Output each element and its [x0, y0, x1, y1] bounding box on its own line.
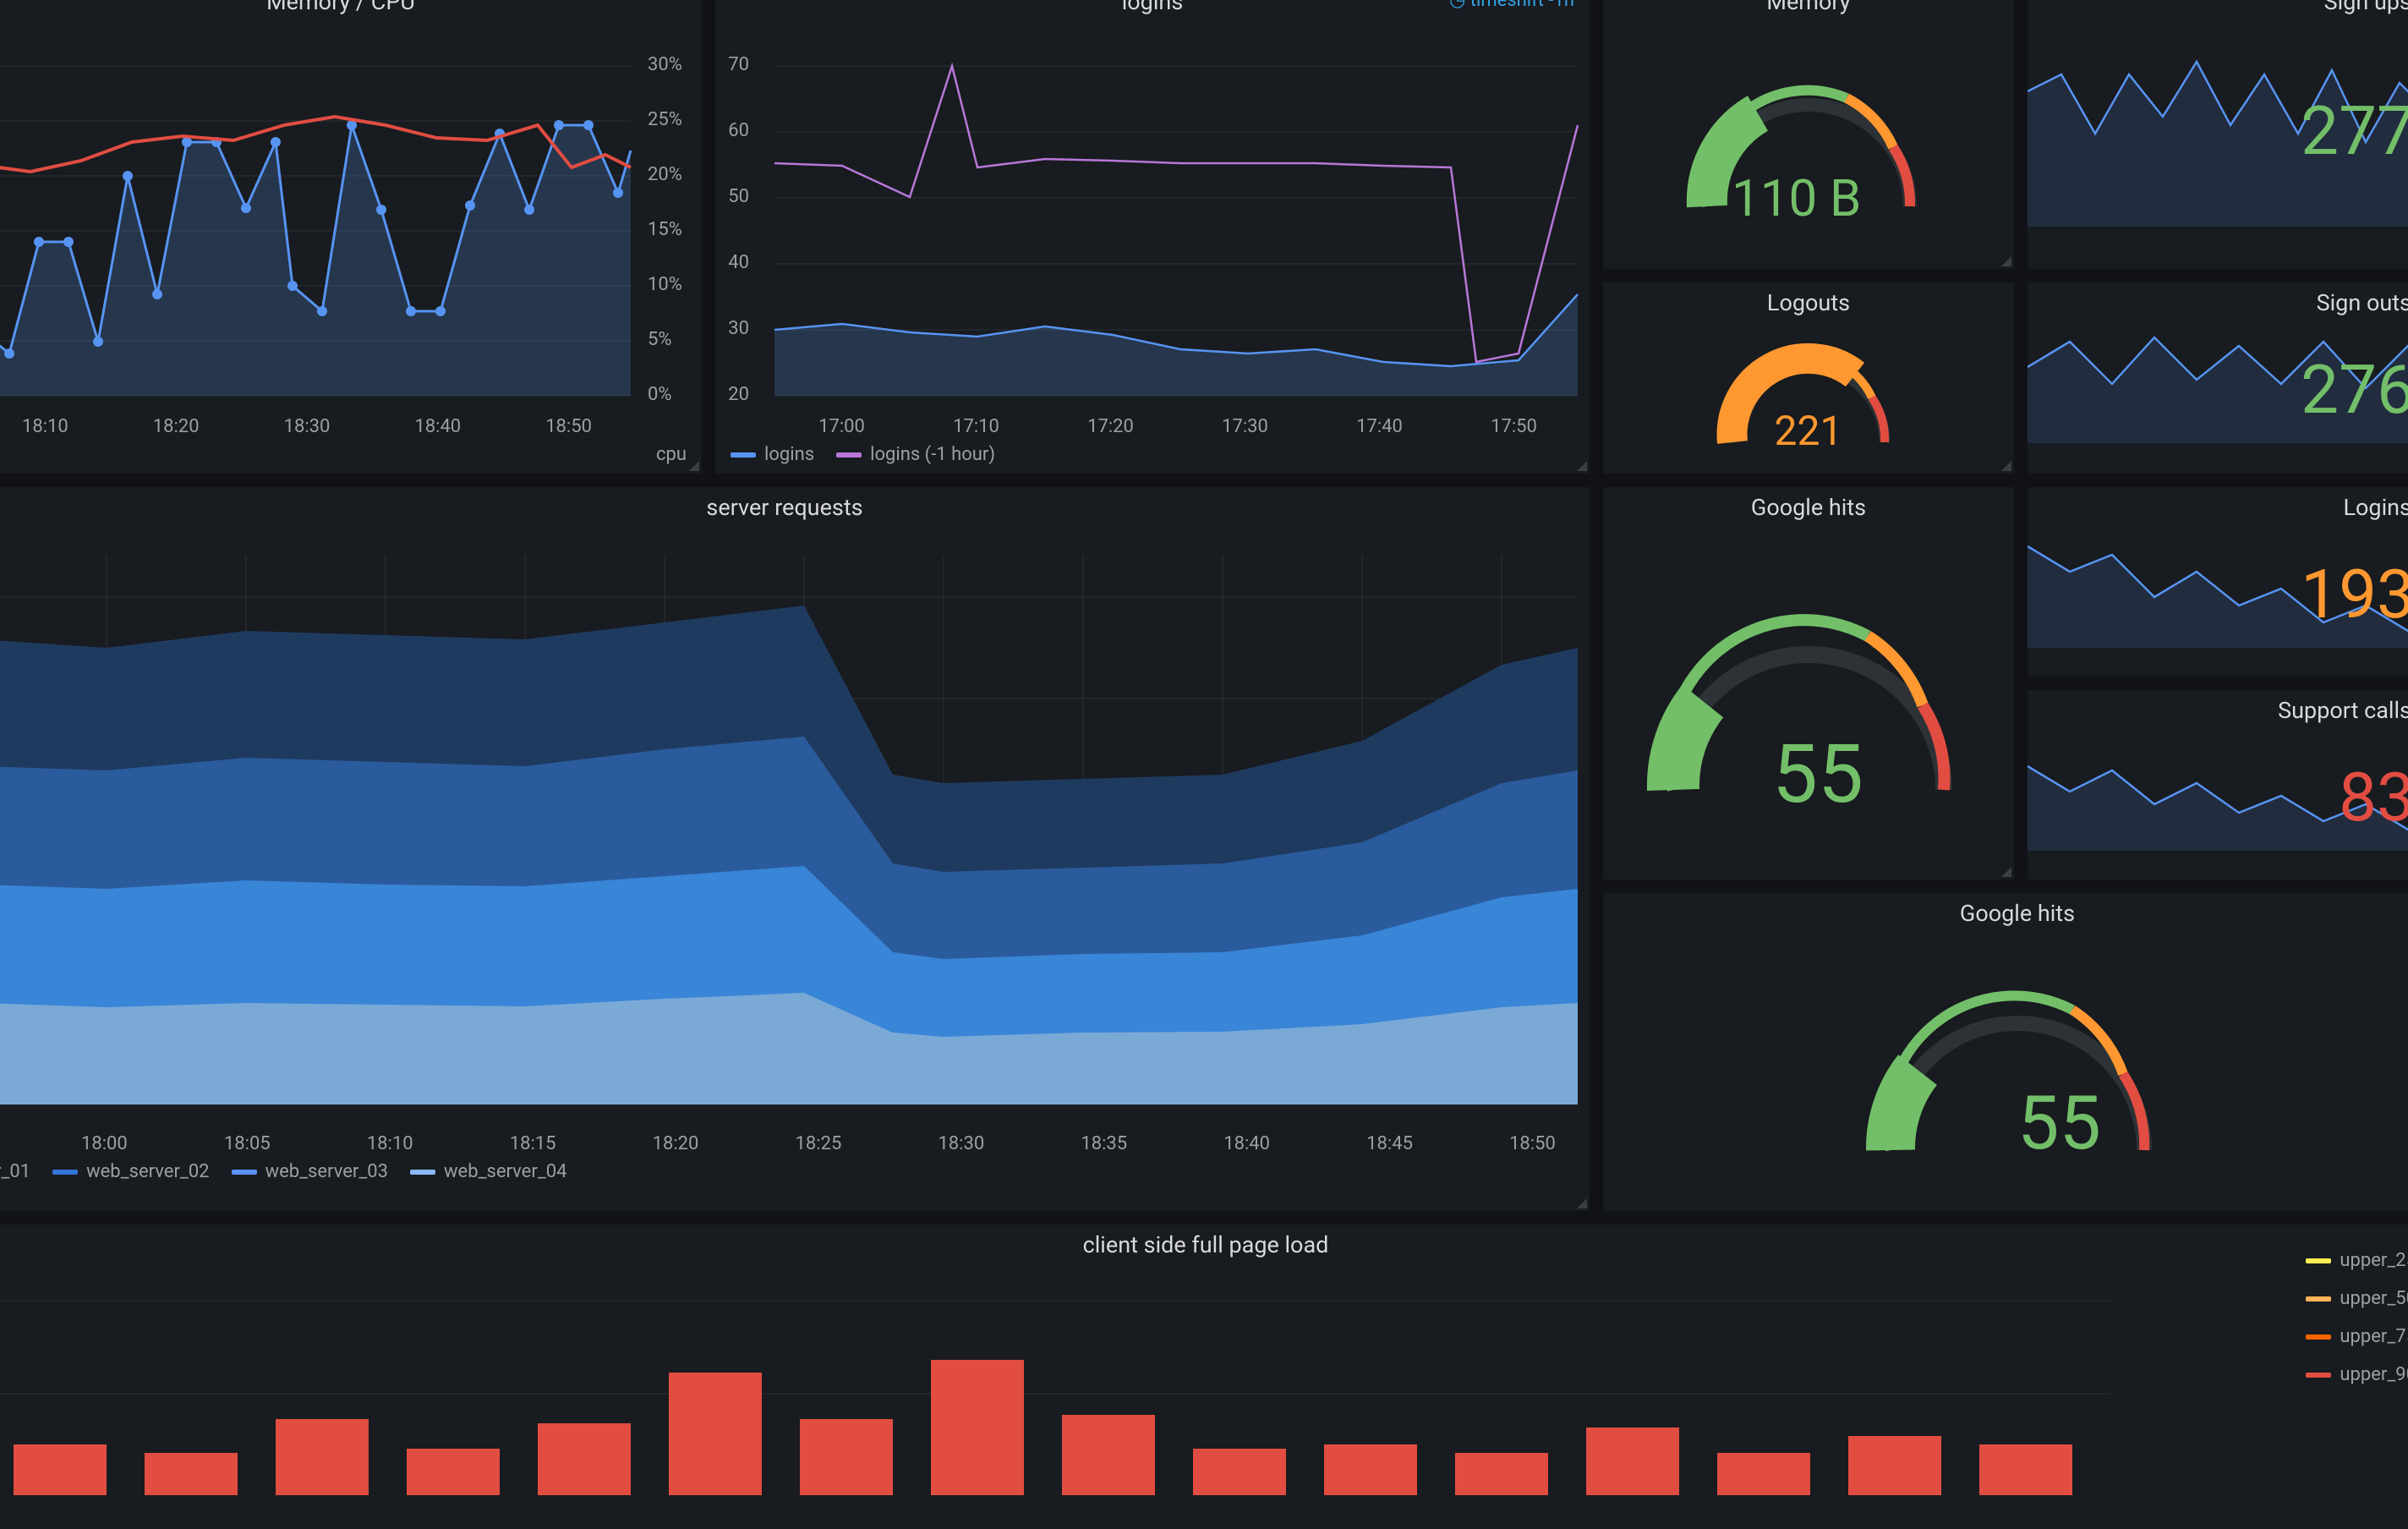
svg-text:0%: 0% [648, 384, 671, 405]
panel-stat-support[interactable]: Support calls 83 [2028, 690, 2408, 880]
panel-server-requests[interactable]: server requests 18:0018:0518:1018:1518:2… [0, 487, 1590, 1211]
resize-handle-icon[interactable] [1577, 1198, 1587, 1208]
panel-memory-cpu[interactable]: Memory / CPU 30% 25% 20% 15% 10% 5% 0% 1… [0, 0, 702, 474]
resize-handle-icon[interactable] [2001, 256, 2011, 266]
panel-title: Google hits [1603, 487, 2014, 521]
panel-gauge-googlehits2[interactable]: Google hits 55 [1603, 893, 2408, 1211]
panel-title: Sign outs [2028, 282, 2408, 316]
svg-text:40: 40 [728, 252, 749, 273]
panel-title: Google hits [1603, 893, 2408, 927]
panel-title: server requests [0, 487, 1590, 521]
chart-logins[interactable]: 70 60 50 40 30 20 [715, 15, 1590, 413]
legend[interactable]: r_01 web_server_02 web_server_03 web_ser… [0, 1154, 1590, 1192]
legend[interactable]: cpu [0, 437, 702, 475]
svg-text:30%: 30% [648, 54, 682, 75]
chart-memory-cpu[interactable]: 30% 25% 20% 15% 10% 5% 0% [0, 15, 702, 413]
panel-stat-signups[interactable]: Sign ups 277 [2028, 0, 2408, 269]
svg-text:20%: 20% [648, 164, 682, 185]
panel-title: Sign ups [2028, 0, 2408, 15]
legend[interactable]: upper_25 upper_50 upper_75 upper_90 [2306, 1250, 2408, 1385]
panel-title: client side full page load [0, 1225, 2408, 1258]
svg-text:30: 30 [728, 318, 749, 339]
resize-handle-icon[interactable] [1577, 461, 1587, 471]
resize-handle-icon[interactable] [689, 461, 699, 471]
svg-text:50: 50 [728, 186, 749, 207]
clock-icon: ◷ [1449, 0, 1465, 11]
chart-page-load[interactable] [0, 1258, 2110, 1495]
panel-gauge-logouts[interactable]: Logouts 221 [1603, 282, 2014, 474]
panel-title: Logouts [1603, 282, 2014, 316]
timeshift-badge[interactable]: ◷ timeshift -1h [1449, 0, 1574, 11]
legend[interactable]: logins logins (-1 hour) [715, 437, 1590, 475]
svg-text:10%: 10% [648, 274, 682, 295]
panel-title: Memory [1603, 0, 2014, 15]
panel-logins-chart[interactable]: logins ◷ timeshift -1h 70 60 50 40 30 20… [715, 0, 1590, 474]
svg-text:60: 60 [728, 120, 749, 141]
panel-stat-logins[interactable]: Logins 193 [2028, 487, 2408, 677]
panel-title: Memory / CPU [0, 0, 702, 15]
chart-server-requests[interactable] [0, 521, 1590, 1130]
svg-text:25%: 25% [648, 109, 682, 130]
panel-gauge-memory[interactable]: Memory 110 B [1603, 0, 2014, 269]
panel-page-load[interactable]: client side full page load upper_25 uppe… [0, 1225, 2408, 1529]
svg-text:15%: 15% [648, 219, 682, 240]
panel-title: Support calls [2028, 690, 2408, 724]
svg-text:70: 70 [728, 54, 749, 75]
panel-title: Logins [2028, 487, 2408, 521]
resize-handle-icon[interactable] [2001, 461, 2011, 471]
svg-text:5%: 5% [648, 329, 671, 350]
resize-handle-icon[interactable] [2001, 867, 2011, 877]
panel-gauge-googlehits1[interactable]: Google hits 55 [1603, 487, 2014, 880]
panel-stat-signouts[interactable]: Sign outs 276 [2028, 282, 2408, 474]
svg-text:20: 20 [728, 384, 749, 405]
